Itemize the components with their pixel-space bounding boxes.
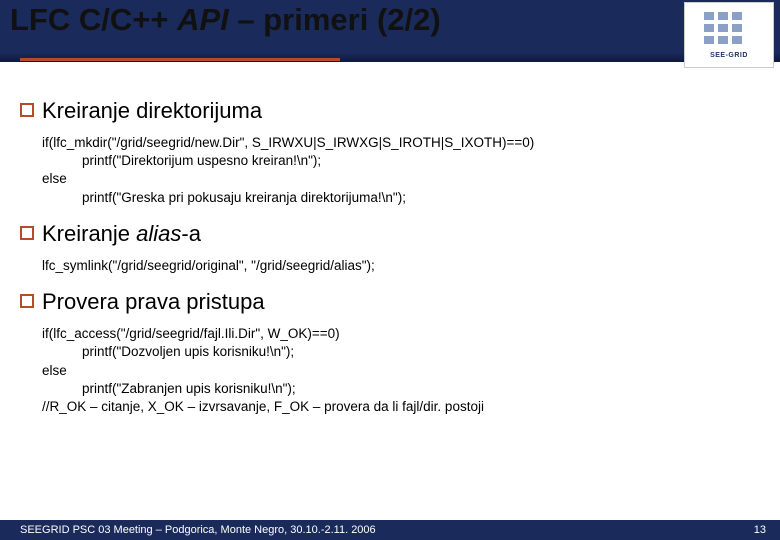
code-block-2: lfc_symlink("/grid/seegrid/original", "/… <box>42 257 770 275</box>
bullet-icon <box>20 226 34 240</box>
slide-footer: SEEGRID PSC 03 Meeting – Podgorica, Mont… <box>0 520 780 540</box>
code-line: //R_OK – citanje, X_OK – izvrsavanje, F_… <box>42 398 770 416</box>
code-line: else <box>42 170 770 188</box>
slide-header: LFC C/C++ API – primeri (2/2) SEE-GRID <box>0 0 780 70</box>
section-heading: Kreiranje alias-a <box>20 221 770 247</box>
grid-icon <box>704 12 754 50</box>
bullet-icon <box>20 294 34 308</box>
code-line: else <box>42 362 770 380</box>
title-underline <box>20 58 340 61</box>
code-line: lfc_symlink("/grid/seegrid/original", "/… <box>42 257 770 275</box>
bullet-icon <box>20 103 34 117</box>
logo-text: SEE-GRID <box>710 52 748 59</box>
slide-body: Kreiranje direktorijuma if(lfc_mkdir("/g… <box>0 70 780 416</box>
code-line: printf("Greska pri pokusaju kreiranja di… <box>42 189 770 207</box>
section-heading: Provera prava pristupa <box>20 289 770 315</box>
code-line: printf("Zabranjen upis korisniku!\n"); <box>42 380 770 398</box>
code-line: printf("Direktorijum uspesno kreiran!\n"… <box>42 152 770 170</box>
code-line: if(lfc_access("/grid/seegrid/fajl.Ili.Di… <box>42 325 770 343</box>
code-line: if(lfc_mkdir("/grid/seegrid/new.Dir", S_… <box>42 134 770 152</box>
slide-number: 13 <box>754 524 766 536</box>
section-title-1: Kreiranje direktorijuma <box>42 98 262 124</box>
section-title-2: Kreiranje alias-a <box>42 221 201 247</box>
code-line: printf("Dozvoljen upis korisniku!\n"); <box>42 343 770 361</box>
section-title-3: Provera prava pristupa <box>42 289 265 315</box>
code-block-1: if(lfc_mkdir("/grid/seegrid/new.Dir", S_… <box>42 134 770 207</box>
code-block-3: if(lfc_access("/grid/seegrid/fajl.Ili.Di… <box>42 325 770 416</box>
section-heading: Kreiranje direktorijuma <box>20 98 770 124</box>
footer-text: SEEGRID PSC 03 Meeting – Podgorica, Mont… <box>20 524 376 536</box>
seegrid-logo: SEE-GRID <box>684 2 774 68</box>
slide-title: LFC C/C++ API – primeri (2/2) <box>10 2 441 38</box>
